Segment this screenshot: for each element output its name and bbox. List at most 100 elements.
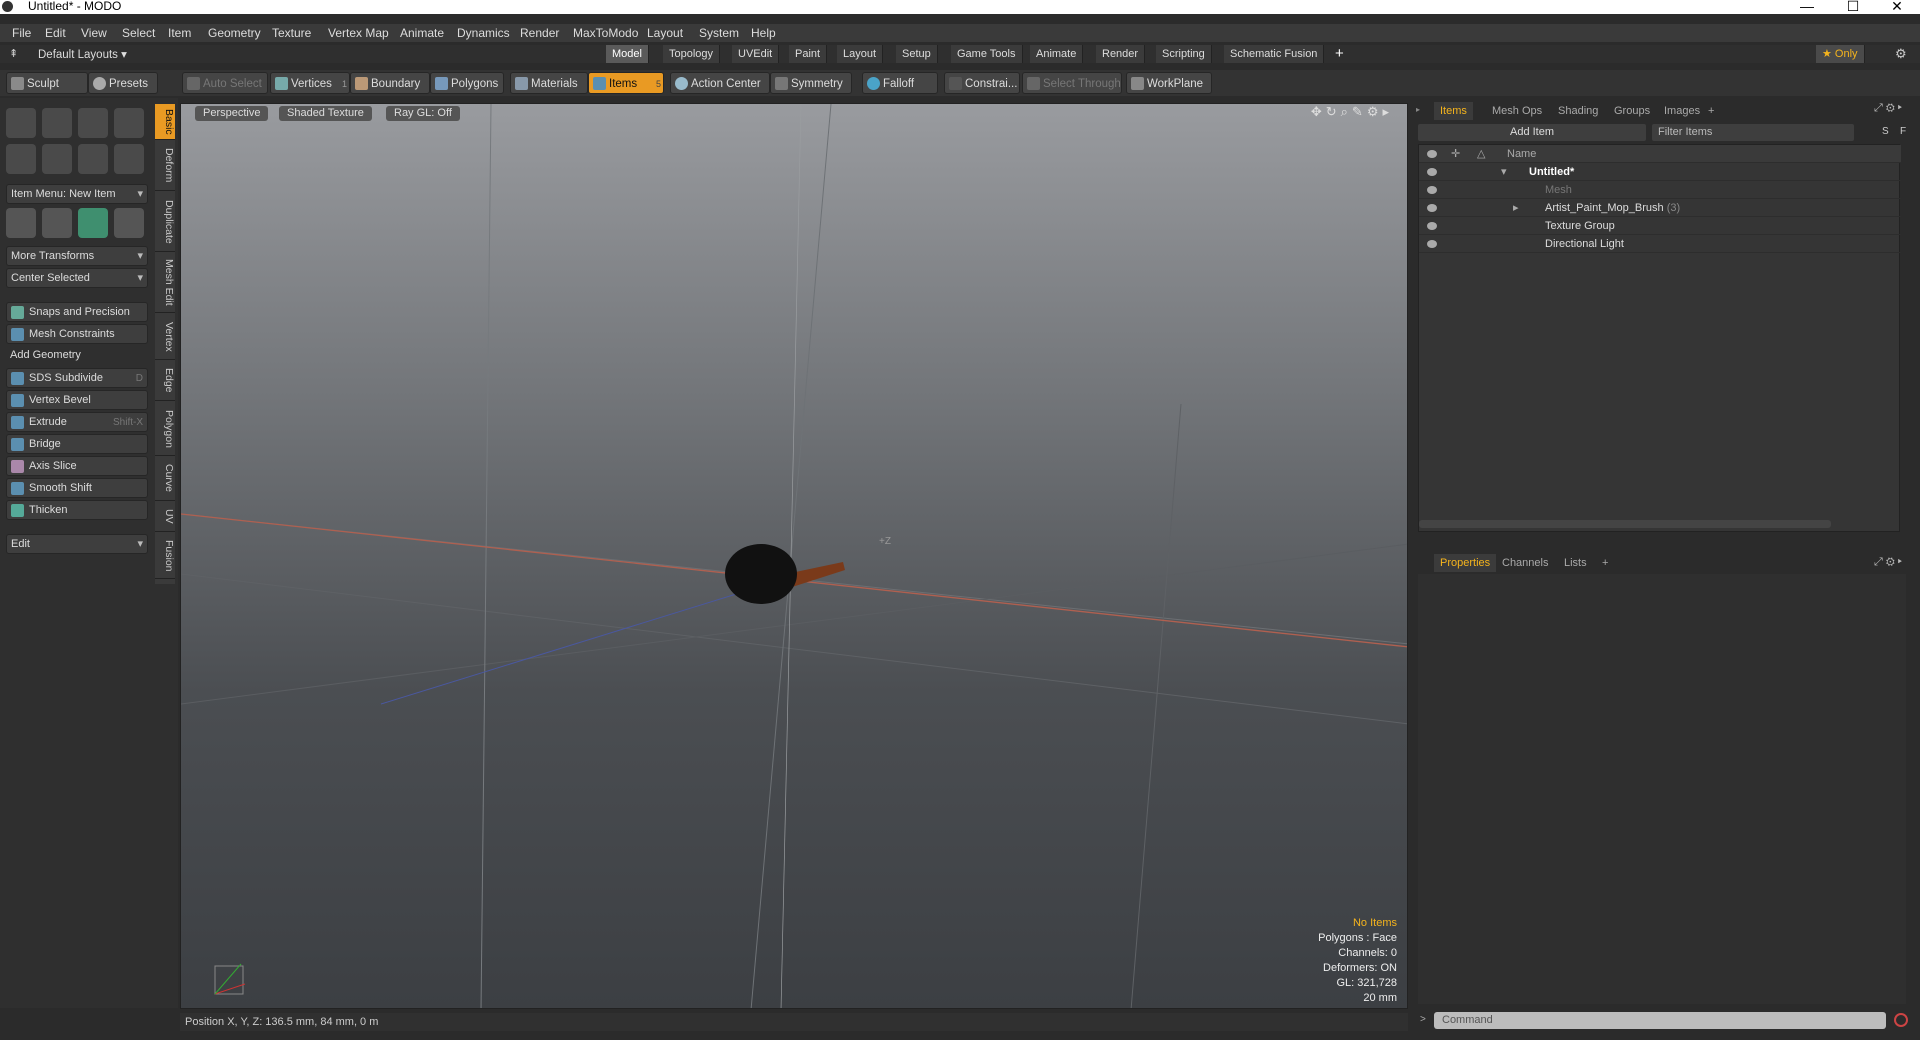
- sculpt-button[interactable]: Sculpt: [6, 72, 88, 94]
- tab-topology[interactable]: Topology: [663, 45, 721, 63]
- cone-primitive-icon[interactable]: [114, 108, 144, 138]
- tab-paint[interactable]: Paint: [789, 45, 828, 63]
- tab-channels[interactable]: Channels: [1496, 554, 1554, 572]
- presets-button[interactable]: Presets: [88, 72, 158, 94]
- item-row-brush[interactable]: ▸ Artist_Paint_Mop_Brush (3): [1419, 199, 1901, 217]
- add-tab-icon[interactable]: +: [1596, 554, 1614, 572]
- minimize-button[interactable]: —: [1784, 0, 1830, 14]
- vtab-uv[interactable]: UV: [155, 502, 175, 532]
- symmetry-button[interactable]: Symmetry: [770, 72, 852, 94]
- tab-scripting[interactable]: Scripting: [1156, 45, 1212, 63]
- gear-icon[interactable]: ⚙: [1895, 46, 1907, 62]
- tab-properties[interactable]: Properties: [1434, 554, 1497, 572]
- menu-animate[interactable]: Animate: [400, 26, 444, 40]
- vtab-duplicate[interactable]: Duplicate: [155, 192, 175, 252]
- menu-system[interactable]: System: [699, 26, 739, 40]
- more-transforms-dropdown[interactable]: More Transforms: [6, 246, 148, 266]
- expand-arrow-icon[interactable]: ▸: [1513, 199, 1519, 217]
- filter-f-button[interactable]: F: [1900, 126, 1906, 137]
- filter-s-button[interactable]: S: [1882, 126, 1889, 137]
- menu-select[interactable]: Select: [122, 26, 155, 40]
- tab-lists[interactable]: Lists: [1558, 554, 1593, 572]
- polygons-button[interactable]: Polygons: [430, 72, 504, 94]
- only-toggle[interactable]: ★ Only: [1816, 45, 1865, 63]
- add-tab-icon[interactable]: +: [1702, 102, 1720, 120]
- constraints-button[interactable]: Constrai...: [944, 72, 1020, 94]
- snaps-precision-button[interactable]: Snaps and Precision: [6, 302, 148, 322]
- smooth-shift-button[interactable]: Smooth Shift: [6, 478, 148, 498]
- brush-head[interactable]: [725, 544, 797, 604]
- falloff-button[interactable]: Falloff: [862, 72, 938, 94]
- record-icon[interactable]: [1894, 1013, 1908, 1027]
- horizontal-scrollbar[interactable]: [1419, 520, 1831, 528]
- bridge-button[interactable]: Bridge: [6, 434, 148, 454]
- menu-geometry[interactable]: Geometry: [208, 26, 261, 40]
- menu-item[interactable]: Item: [168, 26, 191, 40]
- mesh-constraints-button[interactable]: Mesh Constraints: [6, 324, 148, 344]
- 3d-viewport[interactable]: Perspective Shaded Texture Ray GL: Off ✥…: [180, 103, 1408, 1009]
- scale-tool-icon[interactable]: [78, 208, 108, 238]
- tab-setup[interactable]: Setup: [896, 45, 938, 63]
- menu-texture[interactable]: Texture: [272, 26, 311, 40]
- maximize-button[interactable]: ☐: [1830, 0, 1876, 15]
- add-geometry-header[interactable]: Add Geometry: [10, 349, 81, 361]
- tab-animate[interactable]: Animate: [1030, 45, 1084, 63]
- boundary-button[interactable]: Boundary: [350, 72, 430, 94]
- vtab-deform[interactable]: Deform: [155, 141, 175, 191]
- transform-tool-icon[interactable]: [114, 208, 144, 238]
- pen-tool-icon[interactable]: [78, 144, 108, 174]
- action-center-button[interactable]: Action Center: [670, 72, 770, 94]
- item-row-untitled[interactable]: ▾ Untitled*: [1419, 163, 1901, 181]
- tab-model[interactable]: Model: [606, 45, 649, 63]
- close-button[interactable]: ✕: [1874, 0, 1920, 15]
- visibility-eye-icon[interactable]: [1427, 168, 1437, 176]
- items-button[interactable]: Items 5: [588, 72, 664, 94]
- menu-layout[interactable]: Layout: [647, 26, 683, 40]
- tab-shading[interactable]: Shading: [1552, 102, 1604, 120]
- filter-items-input[interactable]: Filter Items: [1652, 124, 1854, 141]
- vtab-curve[interactable]: Curve: [155, 457, 175, 501]
- vtab-polygon[interactable]: Polygon: [155, 402, 175, 456]
- thicken-button[interactable]: Thicken: [6, 500, 148, 520]
- visibility-eye-icon[interactable]: [1427, 222, 1437, 230]
- menu-help[interactable]: Help: [751, 26, 776, 40]
- menu-dynamics[interactable]: Dynamics: [457, 26, 510, 40]
- tab-mesh-ops[interactable]: Mesh Ops: [1486, 102, 1548, 120]
- item-row-texture-group[interactable]: Texture Group: [1419, 217, 1901, 235]
- menu-file[interactable]: File: [12, 26, 31, 40]
- item-menu-dropdown[interactable]: Item Menu: New Item: [6, 184, 148, 204]
- cube-primitive-icon[interactable]: [6, 108, 36, 138]
- tab-groups[interactable]: Groups: [1608, 102, 1656, 120]
- layout-up-icon[interactable]: ⇞: [9, 47, 18, 60]
- vtab-edge[interactable]: Edge: [155, 361, 175, 401]
- tab-items[interactable]: Items: [1434, 102, 1473, 120]
- tab-layout[interactable]: Layout: [837, 45, 884, 63]
- panel-options-icon[interactable]: ⤢ ⚙ ▸: [1874, 556, 1902, 569]
- rotate-tool-icon[interactable]: [42, 208, 72, 238]
- vtab-fusion[interactable]: Fusion: [155, 533, 175, 579]
- panel-collapse-icon[interactable]: ▸: [1416, 105, 1420, 114]
- vertices-button[interactable]: Vertices 1: [270, 72, 350, 94]
- visibility-eye-icon[interactable]: [1427, 240, 1437, 248]
- tab-render[interactable]: Render: [1096, 45, 1146, 63]
- tab-game-tools[interactable]: Game Tools: [951, 45, 1023, 63]
- item-row-mesh[interactable]: Mesh: [1419, 181, 1901, 199]
- tab-images[interactable]: Images: [1658, 102, 1706, 120]
- menu-edit[interactable]: Edit: [45, 26, 66, 40]
- select-through-button[interactable]: Select Through: [1022, 72, 1122, 94]
- command-input[interactable]: Command: [1434, 1012, 1886, 1029]
- axis-slice-button[interactable]: Axis Slice: [6, 456, 148, 476]
- tab-schematic-fusion[interactable]: Schematic Fusion: [1224, 45, 1325, 63]
- sds-subdivide-button[interactable]: SDS Subdivide D: [6, 368, 148, 388]
- center-selected-dropdown[interactable]: Center Selected: [6, 268, 148, 288]
- sphere-primitive-icon[interactable]: [42, 108, 72, 138]
- tube-primitive-icon[interactable]: [42, 144, 72, 174]
- add-item-dropdown[interactable]: Add Item: [1418, 124, 1646, 141]
- vertex-bevel-button[interactable]: Vertex Bevel: [6, 390, 148, 410]
- menu-vertex-map[interactable]: Vertex Map: [328, 26, 389, 40]
- menu-maxtomodo[interactable]: MaxToModo: [573, 26, 638, 40]
- auto-select-button[interactable]: Auto Select: [182, 72, 268, 94]
- tab-uvedit[interactable]: UVEdit: [732, 45, 780, 63]
- extrude-button[interactable]: Extrude Shift-X: [6, 412, 148, 432]
- edit-dropdown[interactable]: Edit: [6, 534, 148, 554]
